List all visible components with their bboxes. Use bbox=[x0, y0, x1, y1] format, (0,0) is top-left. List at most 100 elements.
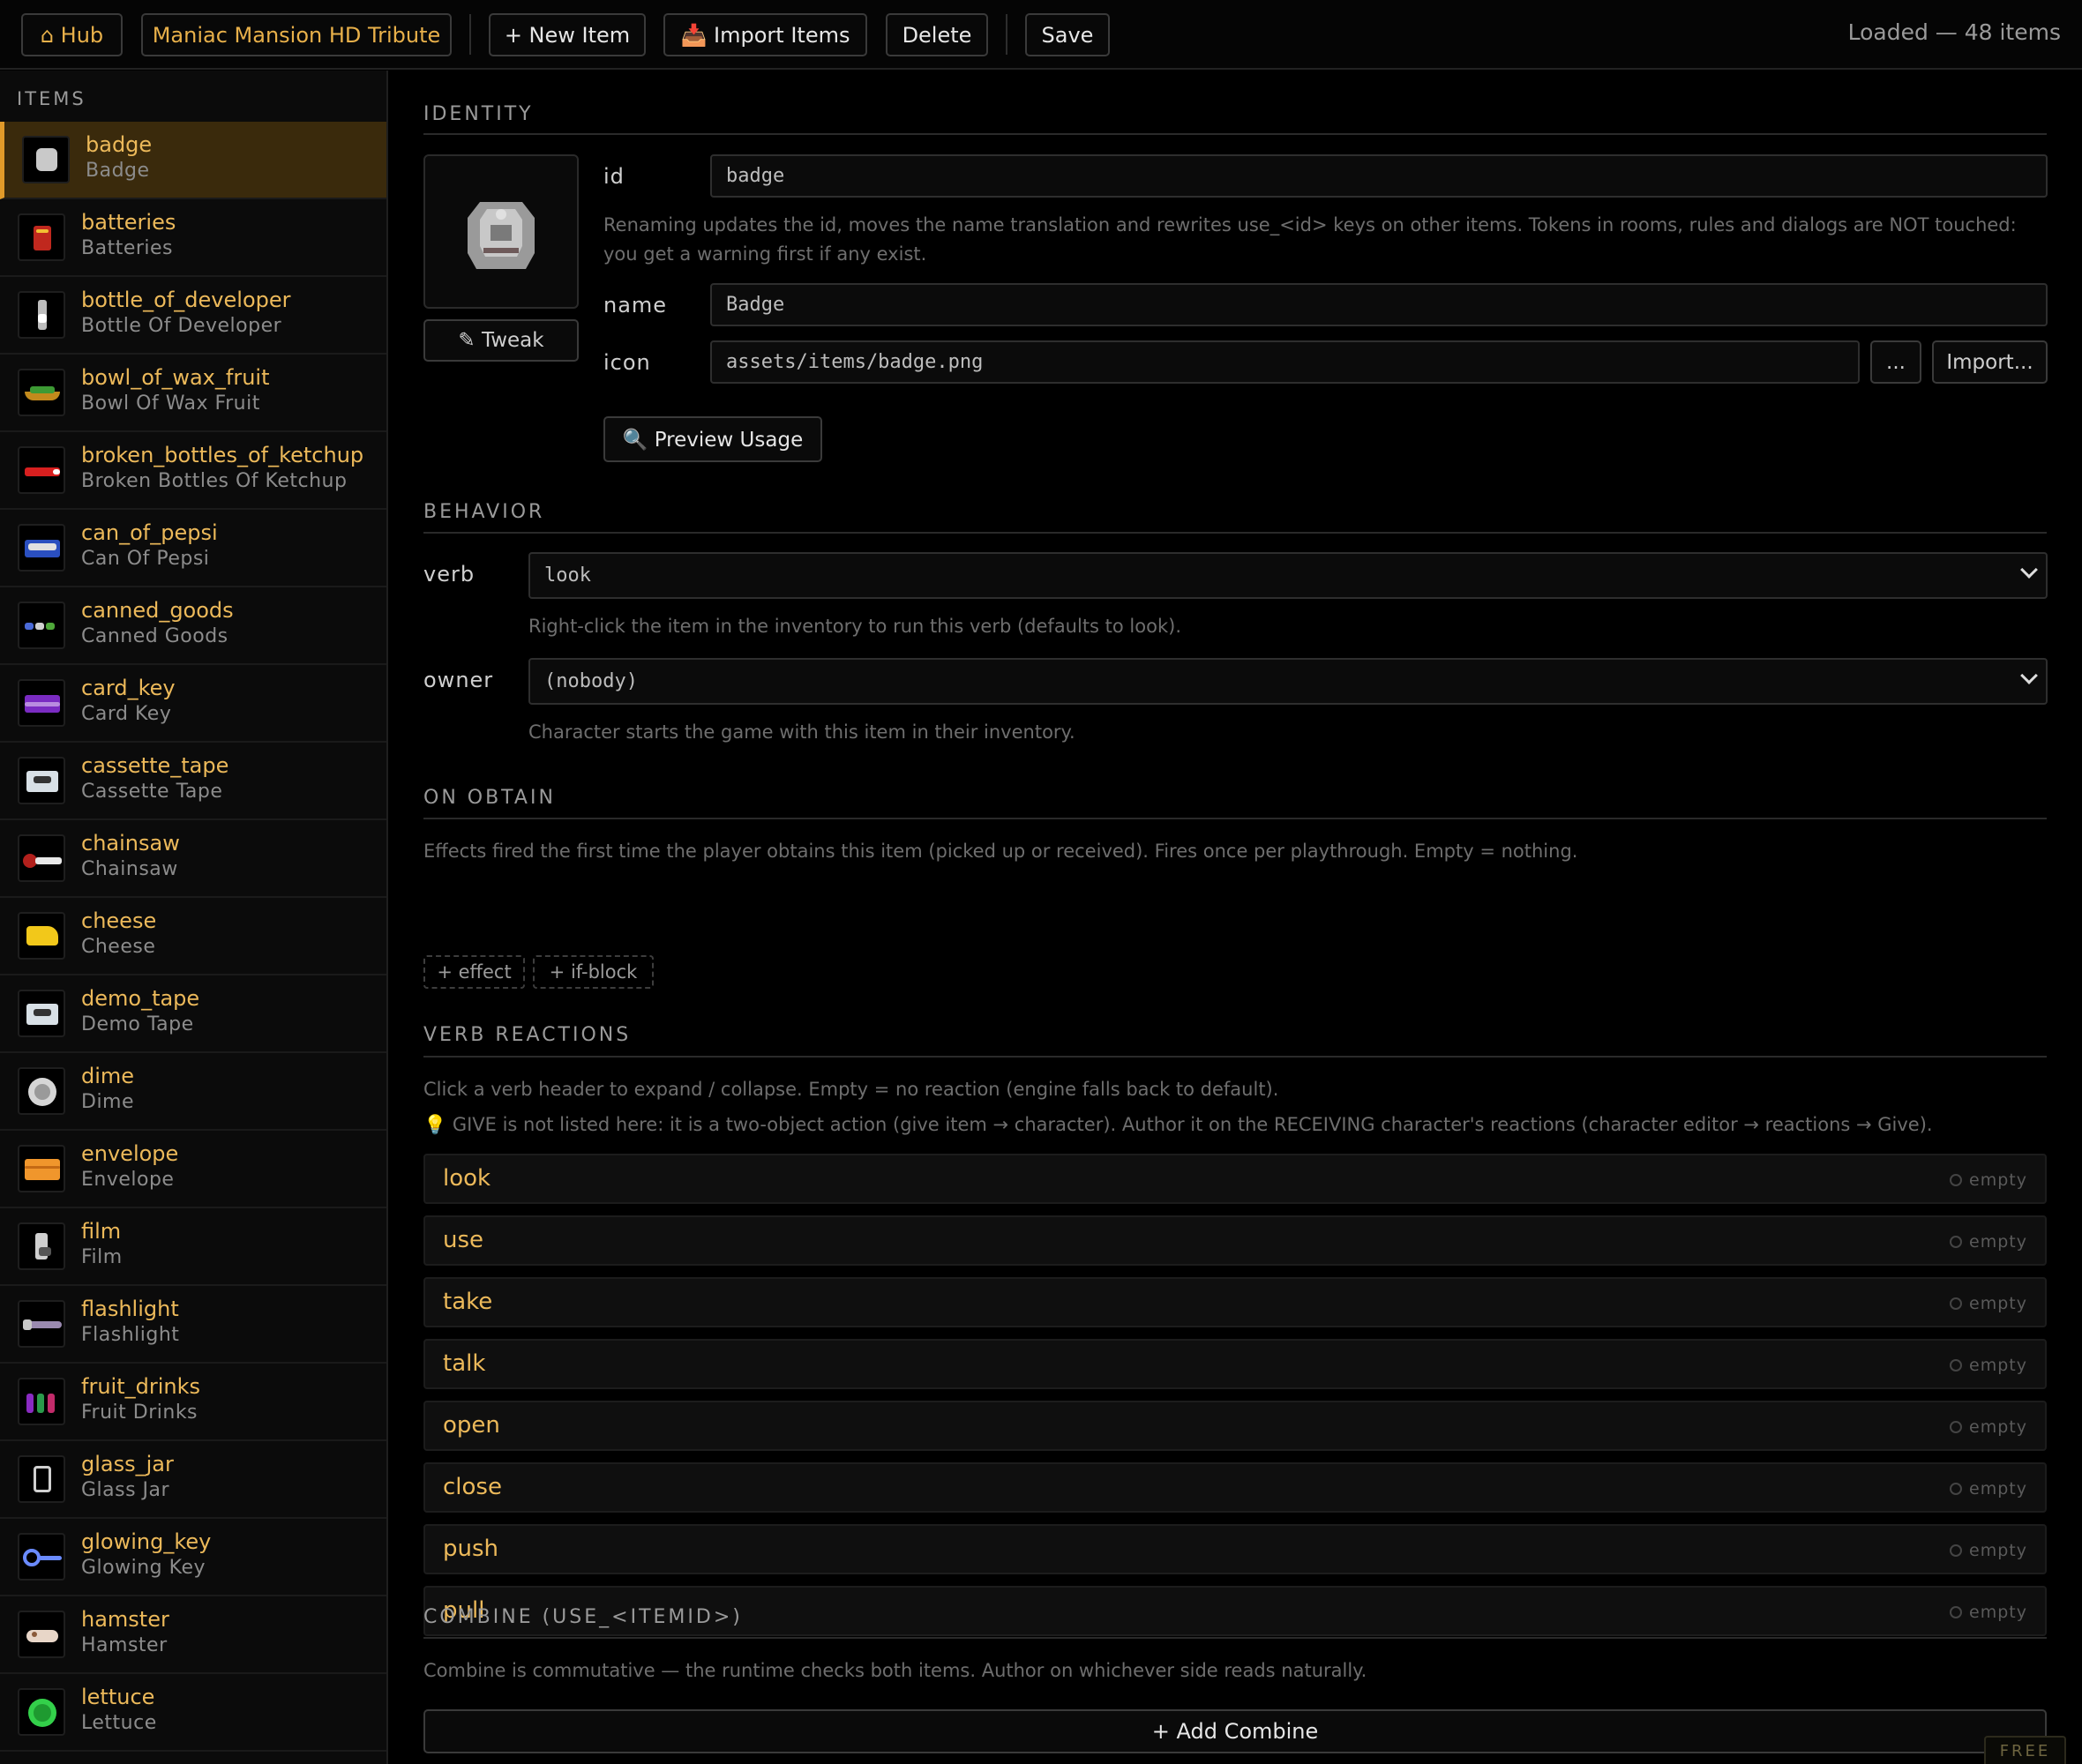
sidebar-item-fruit_drinks[interactable]: fruit_drinks Fruit Drinks bbox=[0, 1364, 386, 1441]
verb-reaction-take[interactable]: take empty bbox=[423, 1277, 2047, 1327]
name-field[interactable]: Badge bbox=[710, 283, 2048, 326]
sidebar-item-envelope[interactable]: envelope Envelope bbox=[0, 1131, 386, 1208]
verb-reaction-push[interactable]: push empty bbox=[423, 1524, 2047, 1574]
sidebar-item-cassette_tape[interactable]: cassette_tape Cassette Tape bbox=[0, 743, 386, 820]
sidebar-title: ITEMS bbox=[17, 88, 86, 109]
sidebar-item-id: bowl_of_wax_fruit bbox=[81, 365, 270, 390]
sidebar-item-id: flashlight bbox=[81, 1297, 179, 1321]
sidebar-item-id: dime bbox=[81, 1064, 135, 1088]
add-effect-button[interactable]: + effect bbox=[423, 955, 525, 989]
verb-help-text: Right-click the item in the inventory to… bbox=[528, 616, 1181, 637]
name-label: name bbox=[603, 293, 668, 318]
sidebar-item-chainsaw[interactable]: chainsaw Chainsaw bbox=[0, 820, 386, 898]
sidebar-item-name: Hamster bbox=[81, 1634, 168, 1656]
verb-reaction-open[interactable]: open empty bbox=[423, 1401, 2047, 1451]
verb-reaction-label: look bbox=[443, 1165, 491, 1192]
tweak-button[interactable]: ✎ Tweak bbox=[423, 319, 579, 362]
add-if-block-button[interactable]: + if-block bbox=[533, 955, 654, 989]
item-list: badge Badge batteries Batteries bottle_of_de… bbox=[0, 122, 386, 1752]
glass_jar-thumbnail-icon bbox=[18, 1455, 65, 1503]
delete-button[interactable]: Delete bbox=[886, 13, 988, 56]
project-name-button[interactable]: Maniac Mansion HD Tribute bbox=[141, 13, 452, 56]
owner-select[interactable]: (nobody) bbox=[528, 658, 2048, 705]
sidebar-item-id: broken_bottles_of_ketchup bbox=[81, 443, 364, 467]
cheese-thumbnail-icon bbox=[18, 912, 65, 960]
sidebar-item-hamster[interactable]: hamster Hamster bbox=[0, 1596, 386, 1674]
sidebar-item-id: bottle_of_developer bbox=[81, 288, 291, 312]
owner-label: owner bbox=[423, 668, 494, 692]
import-items-button[interactable]: 📥 Import Items bbox=[663, 13, 867, 56]
verb-reaction-talk[interactable]: talk empty bbox=[423, 1339, 2047, 1389]
verb-reaction-status-text: empty bbox=[1969, 1479, 2027, 1499]
sidebar-item-broken_bottles_of_ketchup[interactable]: broken_bottles_of_ketchup Broken Bottles … bbox=[0, 432, 386, 510]
toolbar-divider bbox=[469, 14, 471, 55]
sidebar-item-bottle_of_developer[interactable]: bottle_of_developer Bottle Of Developer bbox=[0, 277, 386, 355]
sidebar-item-cheese[interactable]: cheese Cheese bbox=[0, 898, 386, 975]
section-divider bbox=[423, 532, 2047, 534]
browse-icon-button[interactable]: ... bbox=[1870, 340, 1921, 384]
verb-reaction-close[interactable]: close empty bbox=[423, 1462, 2047, 1513]
sidebar-item-badge[interactable]: badge Badge bbox=[0, 122, 386, 199]
rename-help-text: Renaming updates the id, moves the name … bbox=[603, 214, 2017, 265]
sidebar-item-name: Demo Tape bbox=[81, 1013, 194, 1035]
verb-reaction-label: push bbox=[443, 1536, 499, 1562]
sidebar-item-name: Broken Bottles Of Ketchup bbox=[81, 470, 348, 492]
verb-reaction-status-text: empty bbox=[1969, 1603, 2027, 1622]
badge-icon bbox=[468, 202, 535, 269]
sidebar-item-flashlight[interactable]: flashlight Flashlight bbox=[0, 1286, 386, 1364]
sidebar-item-batteries[interactable]: batteries Batteries bbox=[0, 199, 386, 277]
sidebar-item-name: Glass Jar bbox=[81, 1479, 170, 1501]
sidebar-item-glass_jar[interactable]: glass_jar Glass Jar bbox=[0, 1441, 386, 1519]
section-divider bbox=[423, 1637, 2047, 1639]
preview-usage-button[interactable]: 🔍 Preview Usage bbox=[603, 416, 822, 462]
item-icon-preview bbox=[423, 154, 579, 309]
sidebar-item-name: Bottle Of Developer bbox=[81, 315, 282, 337]
icon-path-field[interactable]: assets/items/badge.png bbox=[710, 340, 1860, 384]
import-icon-button[interactable]: Import... bbox=[1932, 340, 2048, 384]
sidebar-item-can_of_pepsi[interactable]: can_of_pepsi Can Of Pepsi bbox=[0, 510, 386, 587]
save-button[interactable]: Save bbox=[1025, 13, 1110, 56]
load-status: Loaded — 48 items bbox=[1847, 19, 2061, 45]
give-note-text: 💡 GIVE is not listed here: it is a two-o… bbox=[423, 1114, 1933, 1135]
sidebar-item-card_key[interactable]: card_key Card Key bbox=[0, 665, 386, 743]
item-editor: IDENTITY ✎ Tweak id badge Renaming updat… bbox=[389, 71, 2082, 1764]
sidebar-item-name: Chainsaw bbox=[81, 858, 178, 880]
section-title-verb-reactions: VERB REACTIONS bbox=[423, 1024, 632, 1046]
broken_bottles_of_ketchup-thumbnail-icon bbox=[18, 446, 65, 494]
id-field[interactable]: badge bbox=[710, 154, 2048, 198]
sidebar-item-bowl_of_wax_fruit[interactable]: bowl_of_wax_fruit Bowl Of Wax Fruit bbox=[0, 355, 386, 432]
sidebar-item-film[interactable]: film Film bbox=[0, 1208, 386, 1286]
verb-reaction-status-text: empty bbox=[1969, 1170, 2027, 1190]
sidebar-item-name: Lettuce bbox=[81, 1712, 157, 1734]
sidebar-item-name: Badge bbox=[86, 160, 150, 182]
bowl_of_wax_fruit-thumbnail-icon bbox=[18, 369, 65, 416]
add-combine-button[interactable]: + Add Combine bbox=[423, 1709, 2047, 1753]
verb-reaction-use[interactable]: use empty bbox=[423, 1215, 2047, 1266]
hub-button[interactable]: ⌂ Hub bbox=[21, 13, 123, 56]
verb-select[interactable]: look bbox=[528, 552, 2048, 599]
verb-reaction-status: empty bbox=[1950, 1232, 2027, 1252]
new-item-button[interactable]: + New Item bbox=[489, 13, 646, 56]
verb-reaction-status: empty bbox=[1950, 1294, 2027, 1313]
verb-reaction-look[interactable]: look empty bbox=[423, 1154, 2047, 1204]
sidebar-item-name: Canned Goods bbox=[81, 625, 228, 647]
sidebar-item-name: Dime bbox=[81, 1091, 135, 1113]
sidebar-item-name: Cheese bbox=[81, 936, 156, 958]
sidebar-item-canned_goods[interactable]: canned_goods Canned Goods bbox=[0, 587, 386, 665]
sidebar-item-id: hamster bbox=[81, 1607, 169, 1632]
verb-select-value: look bbox=[544, 564, 591, 587]
sidebar-item-dime[interactable]: dime Dime bbox=[0, 1053, 386, 1131]
verb-reaction-status-text: empty bbox=[1969, 1356, 2027, 1375]
empty-circle-icon bbox=[1950, 1421, 1963, 1433]
free-badge: FREE bbox=[1984, 1736, 2066, 1764]
empty-circle-icon bbox=[1950, 1174, 1963, 1186]
sidebar-item-glowing_key[interactable]: glowing_key Glowing Key bbox=[0, 1519, 386, 1596]
toolbar-divider bbox=[1006, 14, 1007, 55]
sidebar-item-demo_tape[interactable]: demo_tape Demo Tape bbox=[0, 975, 386, 1053]
sidebar-item-name: Batteries bbox=[81, 237, 174, 259]
card_key-thumbnail-icon bbox=[18, 679, 65, 727]
owner-help-text: Character starts the game with this item… bbox=[528, 721, 1075, 743]
sidebar-item-lettuce[interactable]: lettuce Lettuce bbox=[0, 1674, 386, 1752]
verb-reaction-status: empty bbox=[1950, 1603, 2027, 1622]
empty-circle-icon bbox=[1950, 1236, 1963, 1248]
